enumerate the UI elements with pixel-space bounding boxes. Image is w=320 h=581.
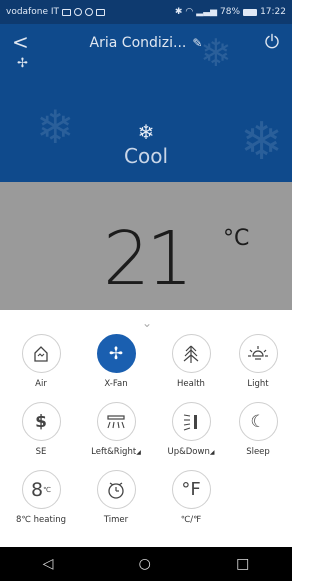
fan-status-icon: ✢ (17, 56, 28, 71)
bluetooth-icon: ✱ (174, 7, 183, 17)
sleep-button[interactable]: ☾ Sleep (228, 402, 288, 457)
notification-icon (74, 8, 82, 16)
left-right-button[interactable]: Left&Right◢ (86, 402, 146, 457)
up-down-swing-icon (171, 402, 211, 441)
fahrenheit-icon: °F (171, 470, 211, 509)
status-right: ✱ ◠ ▂▃▅ 78% 17:22 (175, 7, 286, 17)
expand-marker-icon: ◢ (209, 449, 215, 456)
temperature-panel[interactable]: 21 °C (0, 182, 292, 310)
battery-label: 78% (220, 7, 241, 17)
sleep-icon: ☾ (238, 402, 278, 441)
light-button[interactable]: Light (228, 334, 288, 389)
controls-panel: ⌄ Air ✢ X-Fan Health Light $ SE Left&Rig… (0, 310, 292, 547)
up-down-label: Up&Down◢ (161, 447, 221, 457)
dollar-icon: $ (21, 402, 61, 441)
health-button[interactable]: Health (161, 334, 221, 389)
clock: 17:22 (260, 7, 286, 17)
health-label: Health (177, 379, 205, 389)
expand-marker-icon: ◢ (136, 449, 141, 456)
sleep-label: Sleep (246, 447, 270, 457)
fahrenheit-button[interactable]: °F ℃/℉ (161, 470, 221, 525)
header: < Aria Condizi... ✎ (0, 30, 292, 56)
air-icon (21, 334, 61, 373)
air-label: Air (35, 379, 47, 389)
light-label: Light (247, 379, 269, 389)
temperature-unit: °C (223, 226, 250, 251)
left-right-label: Left&Right◢ (86, 447, 146, 457)
8c-heating-icon: 8 ℃ (21, 470, 61, 509)
xfan-button[interactable]: ✢ X-Fan (86, 334, 146, 389)
back-icon[interactable]: < (12, 30, 29, 54)
signal-icon: ▂▃▅ (196, 7, 218, 17)
recents-square-icon[interactable]: □ (236, 556, 249, 572)
up-down-text: Up&Down (167, 447, 210, 457)
fan-icon: ✢ (96, 334, 136, 373)
air-button[interactable]: Air (11, 334, 71, 389)
xfan-label: X-Fan (104, 379, 128, 389)
home-circle-icon[interactable]: ○ (139, 556, 151, 572)
image-icon (96, 8, 105, 16)
status-bar: vodafone IT ✱ ◠ ▂▃▅ 78% 17:22 (0, 0, 292, 24)
8c-heating-button[interactable]: 8 ℃ 8℃ heating (11, 470, 71, 525)
mode-label[interactable]: Cool (0, 144, 292, 168)
snowflake-icon: ❄ (137, 120, 155, 144)
pencil-icon[interactable]: ✎ (192, 36, 202, 50)
status-left: vodafone IT (6, 7, 105, 17)
android-nav-bar: ◁ ○ □ (0, 547, 292, 581)
wifi-icon: ◠ (185, 7, 194, 17)
power-icon[interactable] (264, 33, 280, 53)
carrier-label: vodafone IT (6, 7, 59, 17)
fahrenheit-label: ℃/℉ (180, 515, 202, 525)
timer-icon (96, 470, 136, 509)
chevron-down-icon[interactable]: ⌄ (142, 316, 152, 330)
notification-icon (85, 8, 93, 16)
timer-button[interactable]: Timer (86, 470, 146, 525)
temperature-value[interactable]: 21 (103, 222, 193, 296)
left-right-text: Left&Right (91, 447, 137, 457)
left-right-swing-icon (96, 402, 136, 441)
back-triangle-icon[interactable]: ◁ (43, 556, 54, 572)
up-down-button[interactable]: Up&Down◢ (161, 402, 221, 457)
battery-icon (243, 8, 258, 16)
light-icon (238, 334, 278, 373)
se-button[interactable]: $ SE (11, 402, 71, 457)
se-label: SE (35, 447, 47, 457)
mode-panel: ❄ ❄ ❄ < Aria Condizi... ✎ ✢ ❄ Cool (0, 24, 292, 182)
8c-heating-label: 8℃ heating (16, 515, 66, 525)
health-icon (171, 334, 211, 373)
device-title[interactable]: Aria Condizi... (90, 35, 187, 51)
mail-icon (62, 8, 71, 16)
timer-label: Timer (103, 515, 129, 525)
